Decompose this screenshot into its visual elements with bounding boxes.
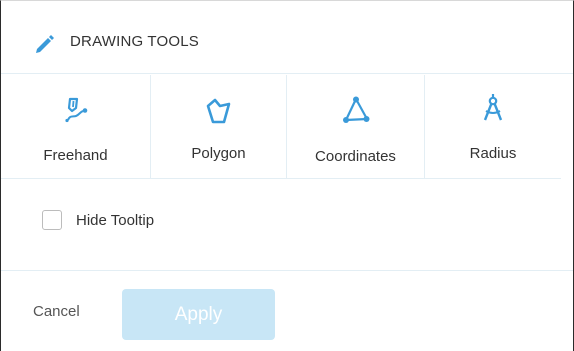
freehand-pen-icon (64, 97, 87, 123)
tool-freehand-label: Freehand (43, 147, 108, 164)
panel-footer: Cancel Apply (1, 272, 573, 351)
polygon-icon (206, 98, 230, 124)
pencil-icon (36, 35, 54, 53)
apply-button[interactable]: Apply (122, 289, 275, 340)
tool-coordinates[interactable]: Coordinates (287, 75, 425, 179)
panel-header: DRAWING TOOLS (1, 1, 573, 74)
tooltip-option: Hide Tooltip (1, 180, 573, 271)
cancel-button[interactable]: Cancel (33, 303, 80, 320)
tool-polygon-label: Polygon (191, 145, 246, 162)
panel-title: DRAWING TOOLS (70, 33, 200, 50)
tool-coordinates-label: Coordinates (315, 148, 396, 165)
compass-icon (483, 94, 503, 121)
tool-radius-label: Radius (469, 145, 517, 162)
drawing-tools-panel: DRAWING TOOLS Freehand Polygon Coordinat… (0, 0, 574, 351)
tool-polygon[interactable]: Polygon (151, 75, 287, 179)
tool-radius[interactable]: Radius (425, 75, 561, 179)
triangle-coordinates-icon (342, 96, 369, 123)
hide-tooltip-label[interactable]: Hide Tooltip (76, 212, 154, 229)
tool-freehand[interactable]: Freehand (1, 75, 151, 179)
tool-selector: Freehand Polygon Coordinates Radius (1, 75, 561, 179)
hide-tooltip-checkbox[interactable] (42, 210, 62, 230)
